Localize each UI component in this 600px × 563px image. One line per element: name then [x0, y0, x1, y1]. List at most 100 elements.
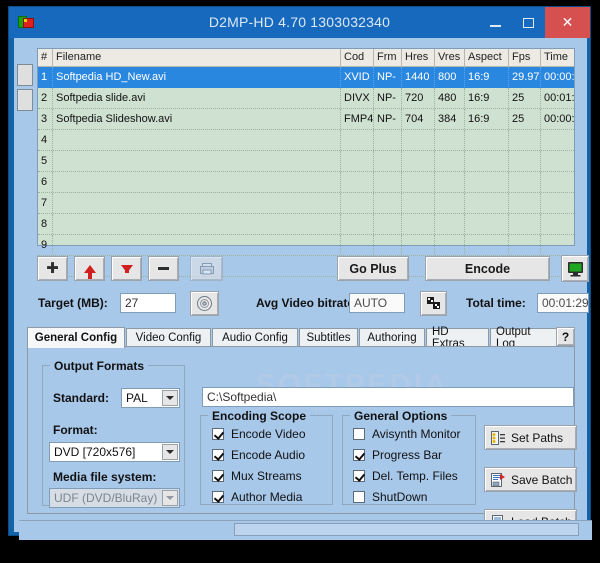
disc-button[interactable] [190, 291, 219, 316]
output-path-input[interactable]: C:\Softpedia\ [202, 387, 574, 407]
cell-filename [53, 193, 341, 213]
chevron-down-icon[interactable] [162, 444, 178, 460]
format-select[interactable]: DVD [720x576] [49, 442, 180, 462]
tab-audio-config[interactable]: Audio Config [212, 328, 298, 347]
output-formats-title: Output Formats [50, 359, 148, 373]
tab-general-config[interactable]: General Config [27, 327, 125, 348]
column-header-cod[interactable]: Cod [341, 49, 374, 66]
media-fs-value: UDF (DVD/BluRay) [54, 491, 158, 505]
cell-frm: NP- [374, 109, 402, 129]
cell-hres [402, 193, 435, 213]
format-value: DVD [720x576] [54, 445, 136, 459]
column-header-hres[interactable]: Hres [402, 49, 435, 66]
checkbox-author-media[interactable]: Author Media [212, 490, 302, 504]
checkbox-encode-audio[interactable]: Encode Audio [212, 448, 305, 462]
cell-frm [374, 130, 402, 150]
cell-frm [374, 172, 402, 192]
column-header-frm[interactable]: Frm [374, 49, 402, 66]
checkbox-mux-streams[interactable]: Mux Streams [212, 469, 302, 483]
tab-video-config[interactable]: Video Config [126, 328, 211, 347]
cell-time [541, 130, 574, 150]
tab-hd-extras[interactable]: HD Extras [426, 326, 489, 350]
list-scroll-buttons[interactable] [17, 64, 33, 111]
column-header-fps[interactable]: Fps [509, 49, 541, 66]
table-row[interactable]: 2 Softpedia slide.avi DIVX NP- 720 480 16:9 25 0… [38, 88, 574, 109]
bitrate-input[interactable]: AUTO [349, 293, 405, 313]
move-down-button[interactable] [111, 256, 142, 281]
cell-time [541, 235, 574, 255]
save-batch-button[interactable]: Save Batch [484, 467, 577, 492]
minus-icon [158, 267, 169, 270]
maximize-icon [523, 17, 534, 28]
standard-select[interactable]: PAL [121, 388, 180, 408]
cell-fps [509, 130, 541, 150]
help-button[interactable]: ? [556, 327, 575, 346]
cell-fps [509, 193, 541, 213]
checkbox-avisynth-monitor[interactable]: Avisynth Monitor [353, 427, 460, 441]
cell-index: 2 [38, 88, 53, 108]
checkbox-progress-bar[interactable]: Progress Bar [353, 448, 442, 462]
maximize-button[interactable] [512, 7, 545, 38]
cell-time: 00:00:25 [544, 113, 574, 125]
cell-cod [341, 214, 374, 234]
preview-button[interactable] [420, 291, 447, 316]
disc-icon [197, 296, 212, 311]
cell-index: 6 [38, 172, 53, 192]
cell-cod: XVID [341, 67, 374, 87]
checkbox-label: Encode Video [231, 427, 306, 441]
table-row[interactable]: 5 [38, 151, 574, 172]
checkbox-encode-video[interactable]: Encode Video [212, 427, 306, 441]
monitor-button[interactable] [561, 255, 589, 282]
column-header-index[interactable]: # [38, 49, 53, 66]
table-row[interactable]: 7 [38, 193, 574, 214]
column-header-filename[interactable]: Filename [53, 49, 341, 66]
cell-hres [402, 130, 435, 150]
checkbox-icon [212, 470, 224, 482]
plus-icon: ✚ [46, 260, 59, 277]
title-bar: D2MP-HD 4.70 1303032340 ✕ [9, 7, 590, 38]
file-list-header: # Filename Cod Frm Hres Vres Aspect Fps … [38, 49, 574, 67]
cell-time [541, 193, 574, 213]
checkbox-label: Progress Bar [372, 448, 443, 462]
status-bar [19, 520, 592, 540]
batch-properties-button[interactable] [190, 256, 223, 281]
tab-subtitles[interactable]: Subtitles [299, 328, 358, 347]
target-input[interactable]: 27 [120, 293, 176, 313]
minimize-button[interactable] [479, 7, 512, 38]
chevron-down-icon[interactable] [162, 490, 178, 506]
media-fs-select[interactable]: UDF (DVD/BluRay) [49, 488, 180, 508]
cell-hres: 1440 [402, 67, 435, 87]
scroll-down-button[interactable] [17, 89, 33, 111]
file-list[interactable]: # Filename Cod Frm Hres Vres Aspect Fps … [37, 48, 575, 277]
cell-vres [435, 235, 465, 255]
tab-output-log[interactable]: Output Log [490, 326, 558, 350]
table-row[interactable]: 3 Softpedia Slideshow.avi FMP4 NP- 704 384 16:… [38, 109, 574, 130]
media-fs-label: Media file system: [53, 470, 157, 484]
table-row[interactable]: 8 [38, 214, 574, 235]
checkbox-icon [212, 428, 224, 440]
go-plus-button[interactable]: Go Plus [337, 256, 409, 281]
checkbox-del-temp-files[interactable]: Del. Temp. Files [353, 469, 458, 483]
set-paths-button[interactable]: Set Paths [484, 425, 577, 450]
cell-hres: 704 [402, 109, 435, 129]
tab-authoring[interactable]: Authoring [359, 328, 425, 347]
column-header-vres[interactable]: Vres [435, 49, 465, 66]
close-button[interactable]: ✕ [545, 7, 590, 38]
table-row[interactable]: 4 [38, 130, 574, 151]
column-header-aspect[interactable]: Aspect [465, 49, 509, 66]
add-file-button[interactable]: ✚ [37, 256, 68, 281]
cell-frm [374, 214, 402, 234]
encode-button[interactable]: Encode [425, 256, 550, 281]
move-up-button[interactable] [74, 256, 105, 281]
cell-vres [435, 130, 465, 150]
table-row[interactable]: 6 [38, 172, 574, 193]
scroll-up-button[interactable] [17, 64, 33, 86]
table-row[interactable]: 9 [38, 235, 574, 256]
chevron-down-icon[interactable] [162, 390, 178, 406]
cell-hres [402, 151, 435, 171]
checkbox-shutdown[interactable]: ShutDown [353, 490, 427, 504]
column-header-time[interactable]: Time [541, 49, 574, 66]
minimize-icon [490, 24, 501, 27]
table-row[interactable]: 1 Softpedia HD_New.avi XVID NP- 1440 800 16:9 2… [38, 67, 574, 88]
remove-file-button[interactable] [148, 256, 179, 281]
